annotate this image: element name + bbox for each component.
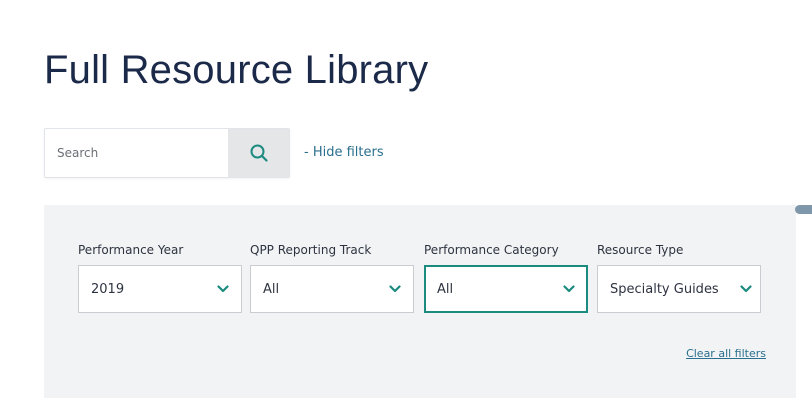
chevron-down-icon [740, 285, 752, 293]
chevron-down-icon [217, 285, 229, 293]
hide-filters-link[interactable]: - Hide filters [304, 145, 384, 160]
filter-panel: Performance Year 2019 QPP Reporting Trac… [44, 205, 796, 398]
select-value: 2019 [91, 281, 125, 297]
filter-label: Resource Type [597, 243, 684, 257]
select-value: All [263, 281, 280, 297]
select-value: Specialty Guides [610, 281, 719, 297]
filter-label: Performance Year [78, 243, 184, 257]
search-bar [44, 128, 290, 178]
filter-label: Performance Category [424, 243, 559, 257]
filter-resource-type: Resource Type Specialty Guides [597, 243, 761, 313]
page-title: Full Resource Library [44, 48, 429, 92]
chevron-down-icon [563, 285, 575, 293]
filter-performance-category: Performance Category All [424, 243, 588, 313]
search-button[interactable] [228, 129, 289, 177]
scroll-indicator[interactable] [795, 205, 812, 214]
chevron-down-icon [389, 285, 401, 293]
search-icon [250, 144, 268, 162]
resource-library-page: Full Resource Library - Hide filters Per… [0, 0, 812, 407]
qpp-reporting-track-select[interactable]: All [250, 265, 414, 313]
filter-qpp-reporting-track: QPP Reporting Track All [250, 243, 414, 313]
select-value: All [437, 281, 454, 297]
filter-label: QPP Reporting Track [250, 243, 372, 257]
clear-all-filters-link[interactable]: Clear all filters [686, 347, 766, 360]
search-input[interactable] [45, 129, 228, 177]
filter-performance-year: Performance Year 2019 [78, 243, 242, 313]
performance-year-select[interactable]: 2019 [78, 265, 242, 313]
resource-type-select[interactable]: Specialty Guides [597, 265, 761, 313]
performance-category-select[interactable]: All [424, 265, 588, 313]
